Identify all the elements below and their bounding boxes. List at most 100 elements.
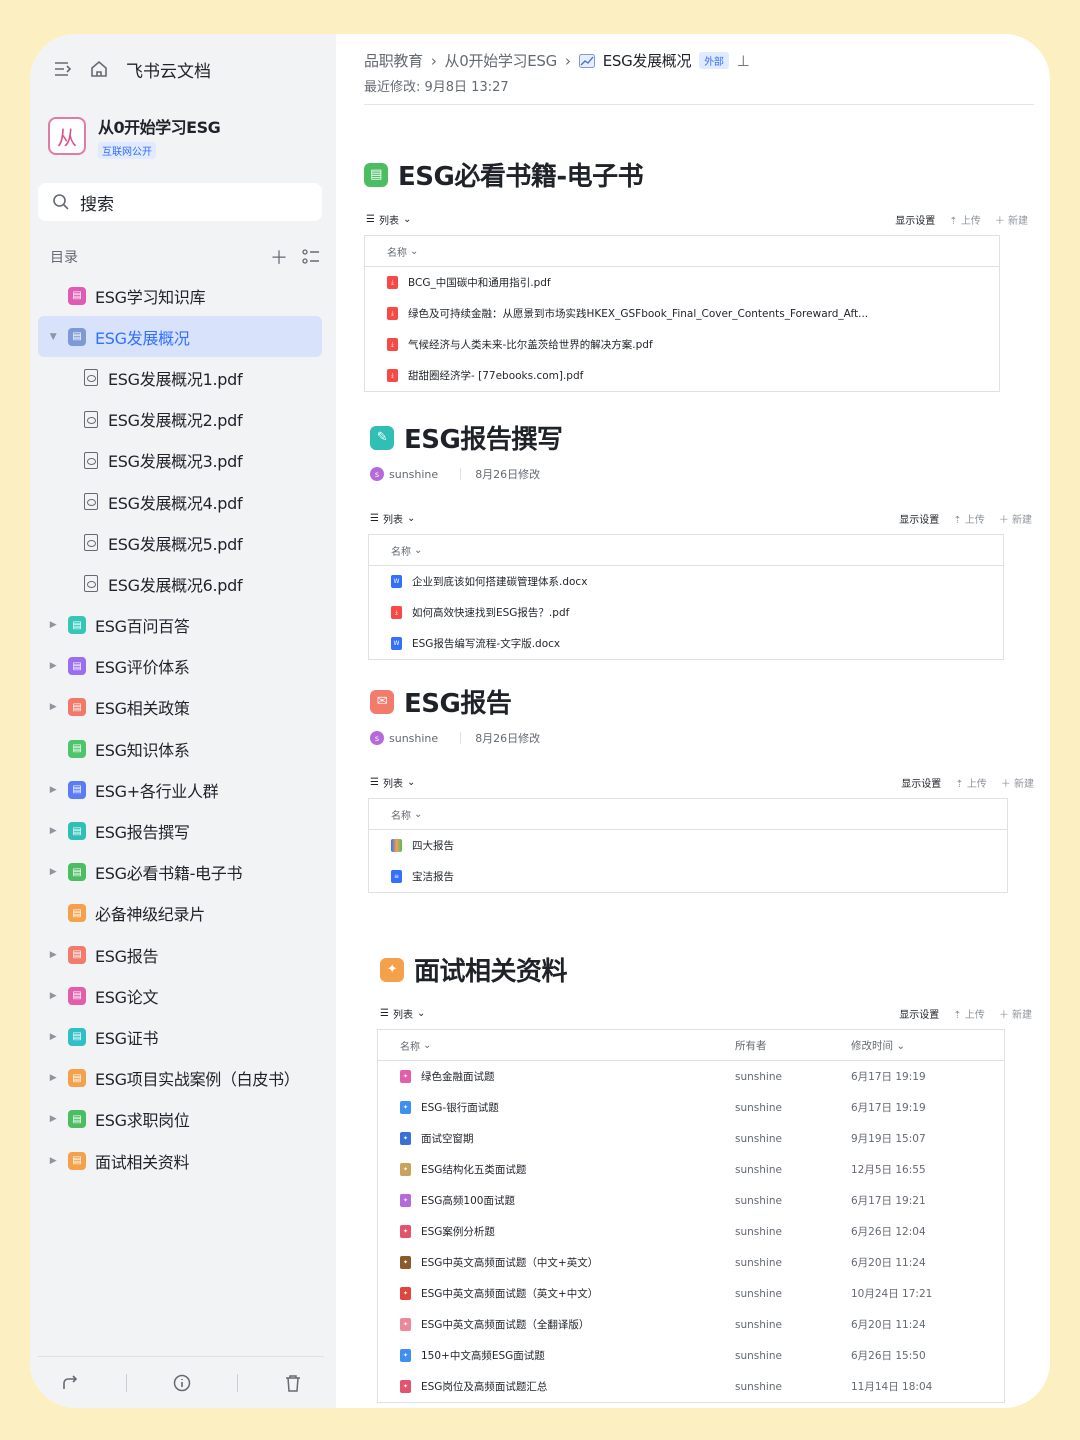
table-row[interactable]: ⤓ 气候经济与人类未来-比尔盖茨给世界的解决方案.pdf bbox=[365, 329, 999, 360]
table-row[interactable]: ✦ ESG高频100面试题 sunshine 6月17日 19:21 bbox=[378, 1185, 1004, 1216]
table-row[interactable]: ✦ ESG中英文高频面试题（全翻译版） sunshine 6月20日 11:24 bbox=[378, 1309, 1004, 1340]
section-title-interview: ✦ 面试相关资料 bbox=[380, 951, 568, 988]
collapse-sidebar-icon[interactable] bbox=[54, 61, 72, 77]
table-row[interactable]: ✦ ESG案例分析题 sunshine 6月26日 12:04 bbox=[378, 1216, 1004, 1247]
name-column-header[interactable]: 名称 bbox=[387, 244, 407, 259]
toc-item[interactable]: ▶ ▤ ESG必看书籍-电子书 bbox=[38, 852, 322, 893]
table-row[interactable]: ✦ ESG结构化五类面试题 sunshine 12月5日 16:55 bbox=[378, 1154, 1004, 1185]
expand-right-icon[interactable]: ▶ bbox=[46, 1114, 60, 1124]
search-input[interactable]: 搜索 bbox=[38, 183, 322, 221]
list-view-toggle[interactable]: 列表 bbox=[383, 775, 403, 790]
toc-item[interactable]: ▤ ESG知识体系 bbox=[38, 728, 322, 769]
list-view-icon[interactable]: ☰ bbox=[380, 1008, 389, 1019]
expand-right-icon[interactable]: ▶ bbox=[46, 620, 60, 630]
new-button[interactable]: ＋ 新建 bbox=[999, 1006, 1032, 1021]
expand-right-icon[interactable]: ▶ bbox=[46, 1032, 60, 1042]
list-view-icon[interactable]: ☰ bbox=[366, 214, 375, 225]
toc-item[interactable]: ▤ ESG学习知识库 bbox=[38, 275, 322, 316]
toc-child-item[interactable]: ESG发展概况6.pdf bbox=[38, 563, 322, 604]
display-settings-button[interactable]: 显示设置 bbox=[895, 212, 935, 227]
toc-child-item[interactable]: ESG发展概况3.pdf bbox=[38, 440, 322, 481]
expand-right-icon[interactable]: ▶ bbox=[46, 661, 60, 671]
expand-right-icon[interactable]: ▶ bbox=[46, 702, 60, 712]
toc-item[interactable]: ▶ ▤ ESG报告撰写 bbox=[38, 810, 322, 851]
new-button[interactable]: ＋ 新建 bbox=[999, 511, 1032, 526]
info-icon[interactable] bbox=[173, 1374, 191, 1392]
app-name[interactable]: 飞书云文档 bbox=[126, 57, 211, 82]
toc-item[interactable]: ▶ ▤ ESG评价体系 bbox=[38, 646, 322, 687]
upload-button[interactable]: ⇡ 上传 bbox=[955, 775, 987, 790]
display-settings-button[interactable]: 显示设置 bbox=[899, 1006, 939, 1021]
toc-item[interactable]: ▤ 必备神级纪录片 bbox=[38, 893, 322, 934]
upload-button[interactable]: ⇡ 上传 bbox=[953, 1006, 985, 1021]
expand-right-icon[interactable]: ▶ bbox=[46, 826, 60, 836]
table-row[interactable]: ⤓ 如何高效快速找到ESG报告？.pdf bbox=[369, 597, 1003, 628]
toc-child-item[interactable]: ESG发展概况2.pdf bbox=[38, 399, 322, 440]
pin-icon[interactable]: ⊥ bbox=[737, 52, 750, 70]
name-column-header[interactable]: 名称 bbox=[400, 1038, 420, 1053]
pdf-file-icon: ⤓ bbox=[387, 307, 398, 320]
list-view-toggle[interactable]: 列表 bbox=[393, 1006, 413, 1021]
toc-item[interactable]: ▶ ▤ ESG相关政策 bbox=[38, 687, 322, 728]
modified-date: 8月26日修改 bbox=[475, 732, 541, 745]
toc-item[interactable]: ▶ ▤ 面试相关资料 bbox=[38, 1140, 322, 1181]
file-owner: sunshine bbox=[735, 1287, 782, 1300]
table-row[interactable]: ⤓ BCG_中国碳中和通用指引.pdf bbox=[365, 267, 999, 298]
time-column-header[interactable]: 修改时间 ⌄ bbox=[851, 1038, 905, 1053]
table-row[interactable]: ≡ 宝洁报告 bbox=[369, 861, 1007, 892]
table-row[interactable]: ✦ 150+中文高频ESG面试题 sunshine 6月26日 15:50 bbox=[378, 1340, 1004, 1371]
toc-item[interactable]: ▶ ▤ ESG+各行业人群 bbox=[38, 769, 322, 810]
expand-down-icon[interactable]: ▼ bbox=[46, 332, 60, 342]
display-settings-button[interactable]: 显示设置 bbox=[901, 775, 941, 790]
toc-item[interactable]: ▶ ▤ ESG报告 bbox=[38, 934, 322, 975]
table-row[interactable]: W 企业到底该如何搭建碳管理体系.docx bbox=[369, 566, 1003, 597]
table-row[interactable]: ✦ 面试空窗期 sunshine 9月19日 15:07 bbox=[378, 1123, 1004, 1154]
toc-item[interactable]: ▶ ▤ ESG求职岗位 bbox=[38, 1099, 322, 1140]
table-row[interactable]: ⤓ 甜甜圈经济学- [77ebooks.com].pdf bbox=[365, 360, 999, 391]
name-column-header[interactable]: 名称 bbox=[391, 543, 411, 558]
space-name[interactable]: 从0开始学习ESG bbox=[98, 114, 221, 138]
table-body: ⤓ BCG_中国碳中和通用指引.pdf ⤓ 绿色及可持续金融：从愿景到市场实践HKEX… bbox=[365, 267, 999, 391]
table-row[interactable]: ✦ ESG中英文高频面试题（中文+英文） sunshine 6月20日 11:24 bbox=[378, 1247, 1004, 1278]
expand-right-icon[interactable]: ▶ bbox=[46, 867, 60, 877]
list-view-icon[interactable]: ☰ bbox=[370, 513, 379, 524]
add-icon[interactable]: ＋ bbox=[270, 244, 288, 270]
list-view-icon[interactable]: ☰ bbox=[370, 777, 379, 788]
table-row[interactable]: ✦ ESG-银行面试题 sunshine 6月17日 19:19 bbox=[378, 1092, 1004, 1123]
upload-button[interactable]: ⇡ 上传 bbox=[949, 212, 981, 227]
expand-right-icon[interactable]: ▶ bbox=[46, 785, 60, 795]
owner-column-header[interactable]: 所有者 bbox=[735, 1038, 767, 1053]
name-column-header[interactable]: 名称 bbox=[391, 807, 411, 822]
chevron-down-icon: ⌄ bbox=[423, 1039, 432, 1051]
table-row[interactable]: ⤓ 绿色及可持续金融：从愿景到市场实践HKEX_GSFbook_Final_Cov… bbox=[365, 298, 999, 329]
expand-right-icon[interactable]: ▶ bbox=[46, 950, 60, 960]
toc-item[interactable]: ▶ ▤ ESG项目实战案例（白皮书） bbox=[38, 1058, 322, 1099]
toc-item[interactable]: ▶ ▤ ESG百问百答 bbox=[38, 605, 322, 646]
breadcrumb-item[interactable]: 品职教育 bbox=[364, 50, 423, 71]
new-button[interactable]: ＋ 新建 bbox=[995, 212, 1028, 227]
list-view-toggle[interactable]: 列表 bbox=[379, 212, 399, 227]
table-row[interactable]: ✦ ESG岗位及高频面试题汇总 sunshine 11月14日 18:04 bbox=[378, 1371, 1004, 1402]
list-view-toggle[interactable]: 列表 bbox=[383, 511, 403, 526]
toc-child-item[interactable]: ESG发展概况1.pdf bbox=[38, 357, 322, 398]
trash-icon[interactable] bbox=[285, 1374, 301, 1392]
toc-child-item[interactable]: ESG发展概况4.pdf bbox=[38, 481, 322, 522]
toc-child-item[interactable]: ESG发展概况5.pdf bbox=[38, 522, 322, 563]
toc-item[interactable]: ▶ ▤ ESG论文 bbox=[38, 975, 322, 1016]
expand-right-icon[interactable]: ▶ bbox=[46, 991, 60, 1001]
table-row[interactable]: 四大报告 bbox=[369, 830, 1007, 861]
upload-button[interactable]: ⇡ 上传 bbox=[953, 511, 985, 526]
table-row[interactable]: W ESG报告编写流程-文字版.docx bbox=[369, 628, 1003, 659]
list-settings-icon[interactable] bbox=[302, 249, 320, 265]
expand-right-icon[interactable]: ▶ bbox=[46, 1073, 60, 1083]
expand-right-icon[interactable]: ▶ bbox=[46, 1156, 60, 1166]
display-settings-button[interactable]: 显示设置 bbox=[899, 511, 939, 526]
table-row[interactable]: ✦ 绿色金融面试题 sunshine 6月17日 19:19 bbox=[378, 1061, 1004, 1092]
toc-item[interactable]: ▼ ▤ ESG发展概况 bbox=[38, 316, 322, 358]
new-button[interactable]: ＋ 新建 bbox=[1001, 775, 1034, 790]
share-icon[interactable] bbox=[61, 1374, 79, 1392]
home-icon[interactable] bbox=[90, 60, 108, 78]
toc-item[interactable]: ▶ ▤ ESG证书 bbox=[38, 1016, 322, 1057]
table-row[interactable]: ✦ ESG中英文高频面试题（英文+中文） sunshine 10月24日 17:21 bbox=[378, 1278, 1004, 1309]
breadcrumb-item[interactable]: 从0开始学习ESG bbox=[445, 50, 558, 71]
